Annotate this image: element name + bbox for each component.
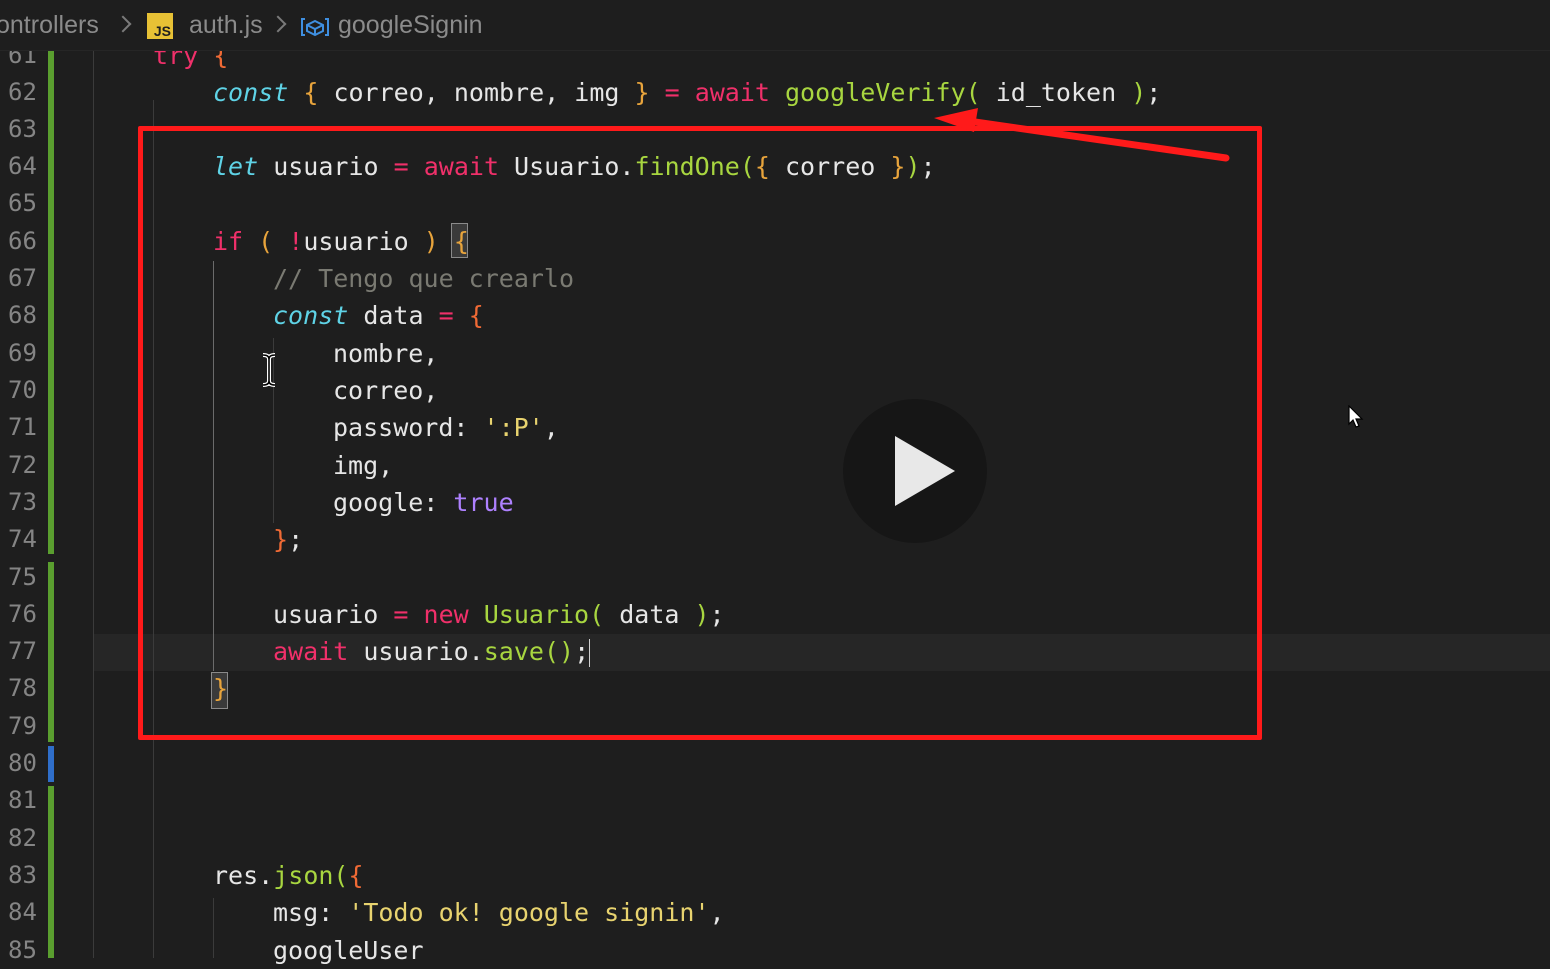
red-arrow-icon (934, 108, 1230, 162)
mouse-pointer-icon (1348, 405, 1364, 428)
breadcrumb-folder[interactable]: ontrollers (0, 11, 99, 40)
breadcrumb-file[interactable]: auth.js (189, 11, 263, 40)
chevron-right-icon (269, 15, 287, 33)
play-icon (895, 436, 955, 506)
text-cursor-icon (262, 353, 276, 387)
breadcrumb-symbol[interactable]: googleSignin (338, 11, 483, 40)
breadcrumb: ontrollers JS auth.js googleSignin (0, 0, 1550, 51)
symbol-method-icon (301, 18, 329, 37)
js-file-icon: JS (147, 13, 173, 39)
chevron-right-icon (114, 15, 132, 33)
play-button[interactable] (843, 399, 987, 543)
